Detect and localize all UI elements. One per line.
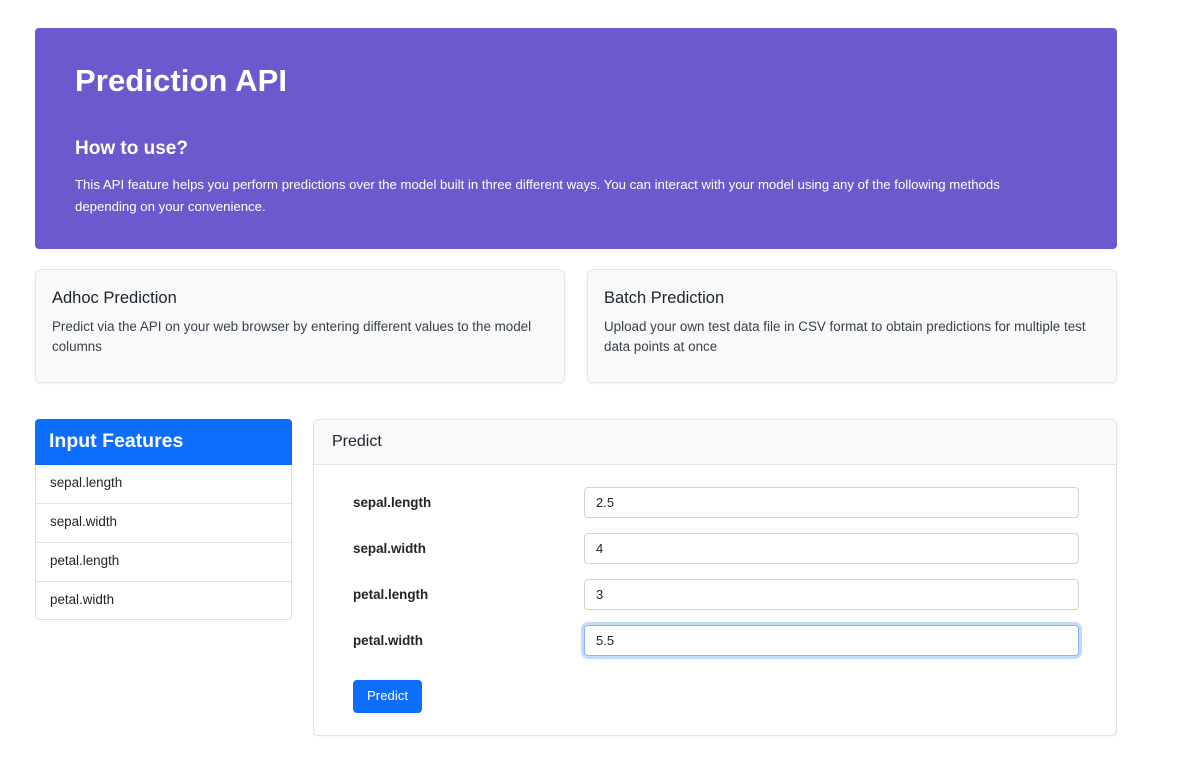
- petal-length-label: petal.length: [353, 587, 429, 603]
- hero-subtitle: How to use?: [75, 138, 188, 160]
- predict-panel-header: Predict: [314, 420, 1116, 466]
- hero-banner: Prediction API How to use? This API feat…: [35, 28, 1117, 249]
- petal-width-label: petal.width: [353, 633, 423, 649]
- batch-prediction-text: Upload your own test data file in CSV fo…: [604, 318, 1086, 355]
- list-item: petal.width: [35, 581, 292, 621]
- batch-prediction-card[interactable]: Batch Prediction Upload your own test da…: [587, 269, 1117, 383]
- petal-length-input[interactable]: [584, 579, 1079, 611]
- page-title: Prediction API: [75, 63, 288, 98]
- input-features-list: sepal.length sepal.width petal.length pe…: [35, 465, 292, 621]
- input-features-panel: Input Features sepal.length sepal.width …: [35, 419, 292, 621]
- adhoc-prediction-title: Adhoc Prediction: [52, 289, 177, 307]
- form-row-sepal-length: sepal.length: [334, 487, 1096, 519]
- page-root: Prediction API How to use? This API feat…: [0, 0, 1177, 766]
- petal-width-input[interactable]: [584, 625, 1079, 657]
- sepal-length-input[interactable]: [584, 487, 1079, 519]
- form-row-petal-width: petal.width: [334, 625, 1096, 657]
- adhoc-prediction-card[interactable]: Adhoc Prediction Predict via the API on …: [35, 269, 565, 383]
- adhoc-prediction-text: Predict via the API on your web browser …: [52, 318, 532, 355]
- form-row-sepal-width: sepal.width: [334, 533, 1096, 565]
- form-row-petal-length: petal.length: [334, 579, 1096, 611]
- predict-panel: Predict sepal.length sepal.width petal.l…: [313, 419, 1117, 737]
- predict-button[interactable]: Predict: [353, 680, 423, 714]
- list-item: sepal.length: [35, 465, 292, 505]
- list-item: petal.length: [35, 542, 292, 582]
- sepal-width-input[interactable]: [584, 533, 1079, 565]
- batch-prediction-title: Batch Prediction: [604, 289, 725, 307]
- predict-form: sepal.length sepal.width petal.length pe…: [314, 465, 1116, 735]
- sepal-length-label: sepal.length: [353, 495, 432, 511]
- list-item: sepal.width: [35, 504, 292, 543]
- lower-section: Input Features sepal.length sepal.width …: [35, 419, 1117, 737]
- input-features-header: Input Features: [35, 419, 292, 466]
- hero-description: This API feature helps you perform predi…: [75, 176, 1000, 214]
- sepal-width-label: sepal.width: [353, 541, 426, 557]
- info-cards-row: Adhoc Prediction Predict via the API on …: [35, 269, 1117, 383]
